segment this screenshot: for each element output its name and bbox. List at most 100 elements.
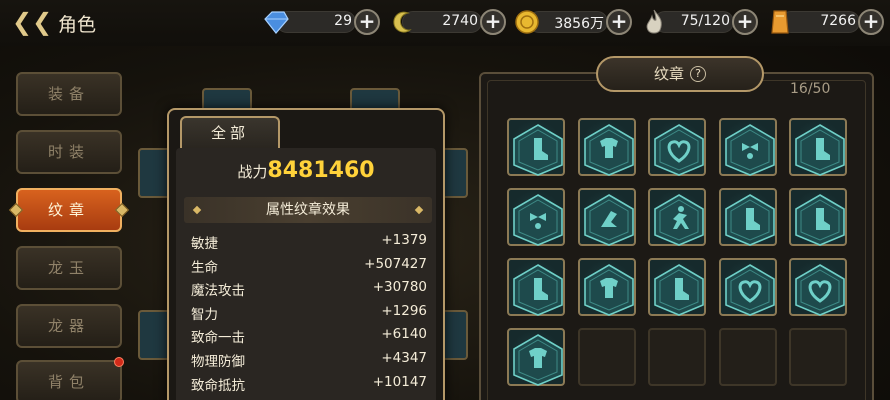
shirt-emblem-icon [513,334,563,386]
empty-emblem-slot[interactable] [648,328,706,386]
stat-name: 魔法攻击 [191,283,245,299]
question-icon[interactable]: ? [690,66,706,82]
emblem-slot[interactable] [507,258,565,316]
stat-value: +4347 [381,350,427,366]
stat-row: 魔法攻击 +30780 [191,279,427,302]
runner-emblem-icon [654,194,704,246]
add-gold-button[interactable]: + [606,9,632,35]
stat-row: 致命抵抗 +10147 [191,374,427,397]
attribute-panel: 战力8481460 属性纹章效果 敏捷 +1379 生命 +507427 魔法攻… [176,148,436,400]
back-arrow-icon[interactable]: ❮❮ [12,8,52,36]
gold-coin-icon [515,10,539,34]
bowtie-emblem-icon [513,194,563,246]
tab-all[interactable]: 全部 [180,116,280,148]
stat-name: 物理防御 [191,354,245,370]
sidebar-item-emblem[interactable]: 纹章 [16,188,122,232]
heart-emblem-icon [724,264,775,316]
stat-row: 致命一击 +6140 [191,326,427,349]
stat-name: 致命抵抗 [191,378,245,394]
diamond-bullet-icon [414,205,424,215]
notification-badge [114,357,124,367]
emblem-title-text: 纹章 [653,65,684,83]
screen-title: 角色 [58,14,97,36]
currency-gold: 3856万 + [514,8,634,36]
sidebar-item-equipment[interactable]: 装备 [16,72,122,116]
boot-emblem-icon [724,194,775,246]
currency-amount: 75/120 [680,13,730,29]
section-header: 属性纹章效果 [184,197,432,223]
diamond-bullet-icon [192,205,202,215]
currency-amount: 2740 [442,13,478,29]
heart-emblem-icon [795,264,845,316]
boot-emblem-icon [654,264,704,316]
flame-icon [646,9,662,34]
empty-emblem-slot[interactable] [718,328,777,386]
stat-row: 物理防御 +4347 [191,350,427,373]
emblem-count: 16/50 [790,81,831,97]
diamond-icon [264,11,289,34]
shirt-emblem-icon [583,264,634,316]
stat-name: 敏捷 [191,236,218,252]
emblem-slot[interactable] [718,188,777,246]
boot-emblem-icon [513,264,563,316]
boot-emblem-icon [513,124,563,176]
power-value: 8481460 [267,158,375,183]
stat-value: +1296 [381,303,427,319]
crescent-icon [393,11,412,33]
emblem-slot[interactable] [577,118,636,176]
section-title: 属性纹章效果 [266,202,350,218]
stat-value: +10147 [372,374,427,390]
stat-row: 敏捷 +1379 [191,232,427,255]
heart-emblem-icon [654,124,704,176]
emblem-slot[interactable] [577,188,636,246]
emblem-slot[interactable] [789,118,847,176]
currency-crescent: 2740 + [388,8,508,36]
sidebar-item-fashion[interactable]: 时装 [16,130,122,174]
gold-bar-icon [771,10,789,34]
currency-amount: 7266 [820,13,856,29]
power-row: 战力8481460 [176,158,436,183]
add-flame-button[interactable]: + [732,9,758,35]
stat-value: +6140 [381,326,427,342]
currency-diamond: 29 + [262,8,382,36]
empty-emblem-slot[interactable] [577,328,636,386]
shirt-emblem-icon [583,124,634,176]
stat-name: 生命 [191,260,218,276]
stat-name: 智力 [191,307,218,323]
sidebar-item-dragon-jade[interactable]: 龙玉 [16,246,122,290]
currency-flame: 75/120 + [640,8,760,36]
bowtie-emblem-icon [724,124,775,176]
emblem-slot[interactable] [648,258,706,316]
sword-arm-emblem-icon [583,194,634,246]
power-label: 战力 [237,163,268,181]
emblem-slot[interactable] [789,188,847,246]
stat-value: +30780 [372,279,427,295]
attribute-popup: 全部 战力8481460 属性纹章效果 敏捷 +1379 生命 +507427 … [167,108,445,400]
currency-amount: 3856万 [554,16,604,32]
emblem-panel-title: 纹章? [596,56,764,92]
boot-emblem-icon [795,194,845,246]
add-gold-bar-button[interactable]: + [858,9,884,35]
empty-emblem-slot[interactable] [789,328,847,386]
stat-row: 智力 +1296 [191,303,427,326]
emblem-slot[interactable] [789,258,847,316]
stat-row: 生命 +507427 [191,256,427,279]
emblem-slot[interactable] [648,118,706,176]
boot-emblem-icon [795,124,845,176]
sidebar-item-backpack[interactable]: 背包 [16,360,122,400]
emblem-slot[interactable] [507,118,565,176]
emblem-slot[interactable] [648,188,706,246]
add-diamond-button[interactable]: + [354,9,380,35]
stat-value: +507427 [364,256,427,272]
emblem-slot[interactable] [507,188,565,246]
add-crescent-button[interactable]: + [480,9,506,35]
stat-name: 致命一击 [191,330,245,346]
emblem-slot[interactable] [718,118,777,176]
emblem-slot[interactable] [507,328,565,386]
currency-gold-bar: 7266 + [766,8,886,36]
stat-value: +1379 [381,232,427,248]
emblem-slot[interactable] [718,258,777,316]
emblem-slot[interactable] [577,258,636,316]
currency-amount: 29 [334,13,352,29]
sidebar-item-dragon-artifact[interactable]: 龙器 [16,304,122,348]
